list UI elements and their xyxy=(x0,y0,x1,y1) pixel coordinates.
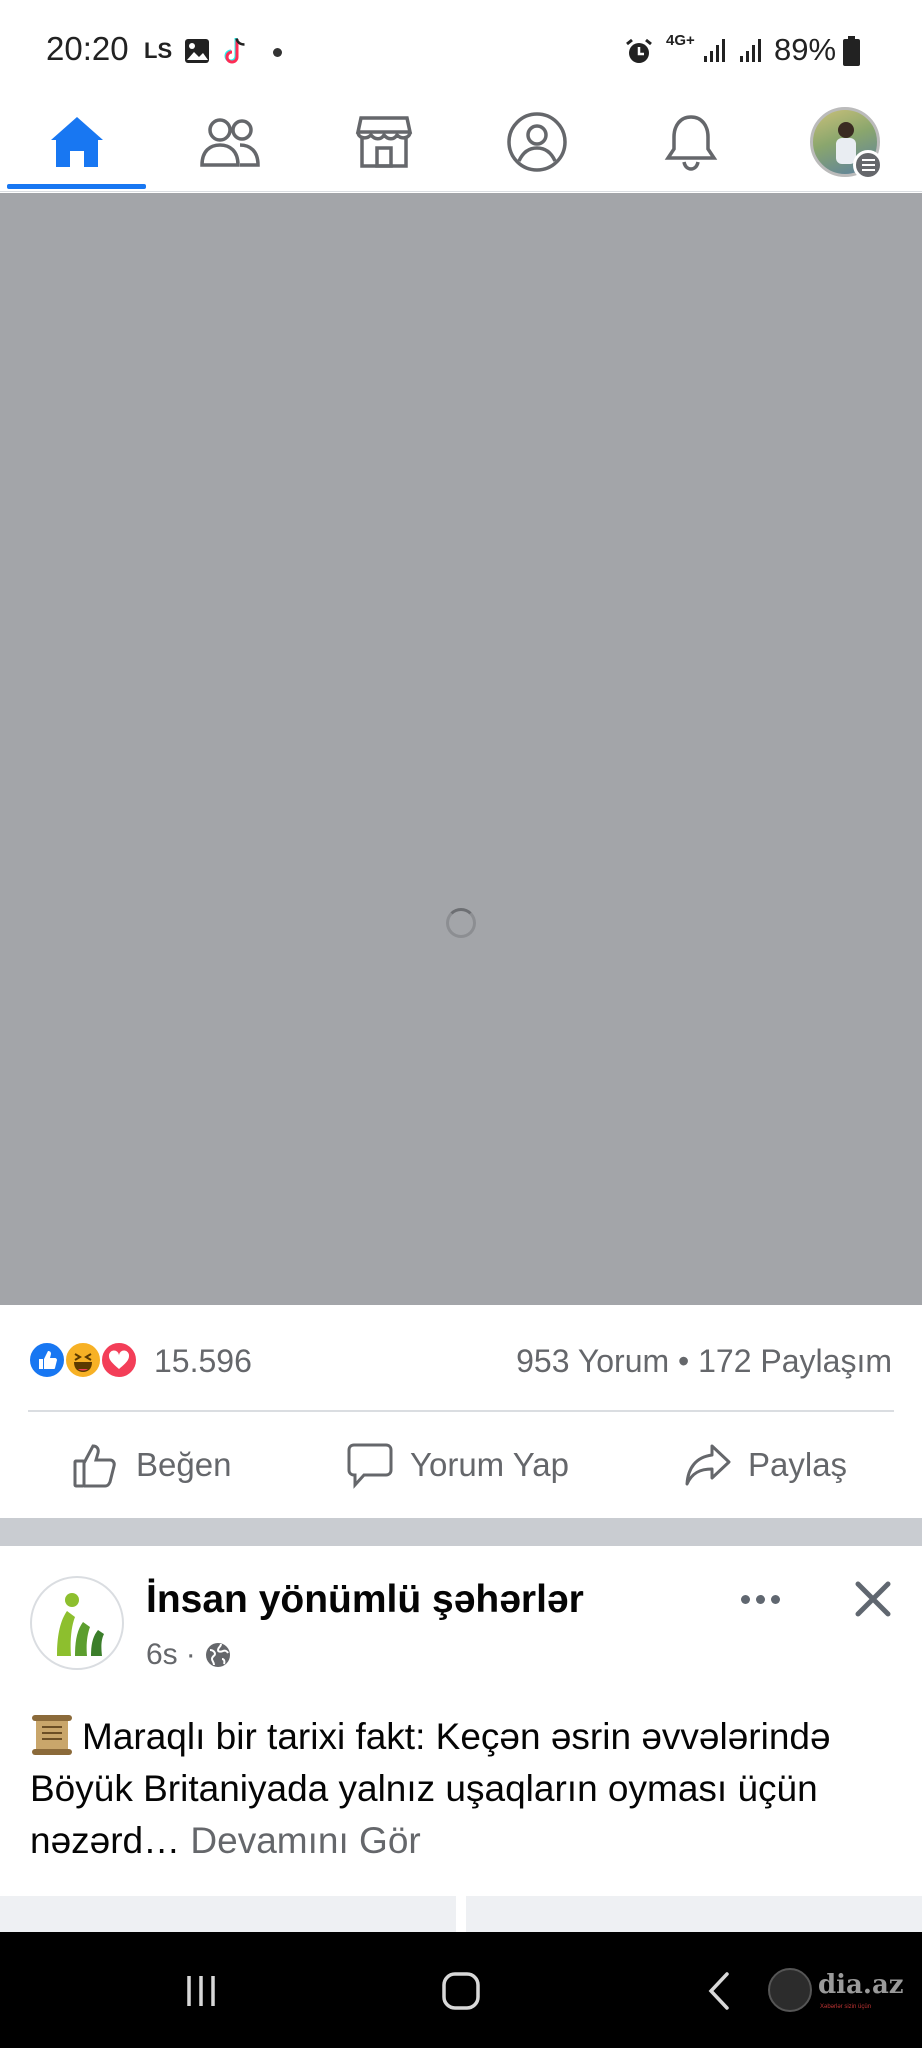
page-name[interactable]: İnsan yönümlü şəhərlər xyxy=(146,1578,584,1622)
post-time[interactable]: 6s xyxy=(146,1638,178,1672)
marketplace-icon xyxy=(355,116,413,168)
more-options-button[interactable] xyxy=(736,1584,784,1614)
comment-button[interactable]: Yorum Yap xyxy=(346,1412,569,1518)
share-icon xyxy=(685,1444,731,1486)
dot xyxy=(770,1594,780,1604)
top-navigation xyxy=(0,92,922,192)
comment-label: Yorum Yap xyxy=(410,1446,570,1483)
status-time: 20:20 xyxy=(46,30,129,67)
comments-shares-count[interactable]: 953 Yorum • 172 Paylaşım xyxy=(516,1343,892,1380)
tab-home[interactable] xyxy=(2,92,152,192)
comment-icon xyxy=(347,1443,393,1489)
like-button[interactable]: Beğen xyxy=(72,1412,231,1518)
love-reaction-icon xyxy=(100,1341,138,1379)
home-icon xyxy=(51,117,103,167)
reaction-icons[interactable] xyxy=(28,1341,140,1379)
gallery-icon xyxy=(185,39,209,63)
recent-apps-icon[interactable] xyxy=(176,1966,226,2016)
dot xyxy=(755,1594,765,1604)
network-type: 4G+ xyxy=(666,32,695,49)
post-reactions-row: 15.596 953 Yorum • 172 Paylaşım xyxy=(0,1305,922,1410)
share-label: Paylaş xyxy=(748,1446,848,1483)
home-button-icon[interactable] xyxy=(436,1966,486,2016)
post-text[interactable]: Maraqlı bir tarixi fakt: Keçən əsrin əvv… xyxy=(30,1711,900,1867)
dot xyxy=(740,1594,750,1604)
profile-icon xyxy=(507,112,567,172)
scroll-emoji-icon xyxy=(32,1715,72,1755)
signal-icon xyxy=(704,39,725,62)
watermark: dia.az Xəbərlər sizin üçün xyxy=(768,1962,904,2022)
facebook-feed-screen: 20:20 LS 4G+ 89% 15.596 953 Yorum • 172 … xyxy=(0,0,922,2048)
watermark-tagline: Xəbərlər sizin üçün xyxy=(820,2004,872,2010)
like-label: Beğen xyxy=(136,1446,232,1483)
carrier-label: LS xyxy=(144,38,173,63)
status-bar: 20:20 LS 4G+ 89% xyxy=(0,0,922,92)
post-media-loading[interactable] xyxy=(0,193,922,1305)
next-card-peek-left xyxy=(0,1896,456,1932)
post-action-bar: Beğen Yorum Yap Paylaş xyxy=(0,1412,922,1518)
menu-icon xyxy=(853,150,883,180)
next-card-peek-right xyxy=(466,1896,922,1932)
bell-icon xyxy=(664,115,718,171)
tab-marketplace[interactable] xyxy=(309,92,459,192)
avatar xyxy=(810,107,883,180)
thumbs-up-icon xyxy=(73,1444,116,1488)
android-navigation-bar: dia.az Xəbərlər sizin üçün xyxy=(0,1932,922,2048)
meta-separator: · xyxy=(185,1638,196,1671)
share-button[interactable]: Paylaş xyxy=(684,1412,847,1518)
reaction-count[interactable]: 15.596 xyxy=(154,1343,252,1380)
back-icon[interactable] xyxy=(696,1966,746,2016)
page-logo-icon xyxy=(57,1593,104,1656)
page-avatar[interactable] xyxy=(30,1576,124,1670)
watermark-site: dia.az xyxy=(818,1970,904,2000)
signal-icon-2 xyxy=(740,39,761,62)
battery-percent: 89% xyxy=(774,32,837,67)
watermark-logo-icon xyxy=(768,1968,812,2012)
see-more-link[interactable]: Devamını Gör xyxy=(190,1820,420,1861)
tab-notifications[interactable] xyxy=(616,92,766,192)
post-meta: 6s · xyxy=(146,1638,232,1672)
tab-friends[interactable] xyxy=(155,92,305,192)
loading-spinner-icon xyxy=(446,908,476,938)
alarm-icon xyxy=(626,38,652,63)
battery-icon xyxy=(843,36,860,66)
next-post: İnsan yönümlü şəhərlər 6s · Maraqlı bir … xyxy=(0,1546,922,1896)
tab-profile[interactable] xyxy=(462,92,612,192)
feed-separator xyxy=(0,1518,922,1546)
tiktok-icon xyxy=(224,38,245,64)
active-tab-indicator xyxy=(7,184,146,189)
post-body: Maraqlı bir tarixi fakt: Keçən əsrin əvv… xyxy=(30,1716,831,1861)
notification-dot xyxy=(273,48,282,57)
like-reaction-icon xyxy=(28,1341,66,1379)
tab-menu[interactable] xyxy=(770,92,920,192)
globe-icon xyxy=(205,1643,230,1667)
close-icon[interactable] xyxy=(852,1578,894,1620)
haha-reaction-icon xyxy=(64,1341,102,1379)
friends-icon xyxy=(200,118,260,167)
